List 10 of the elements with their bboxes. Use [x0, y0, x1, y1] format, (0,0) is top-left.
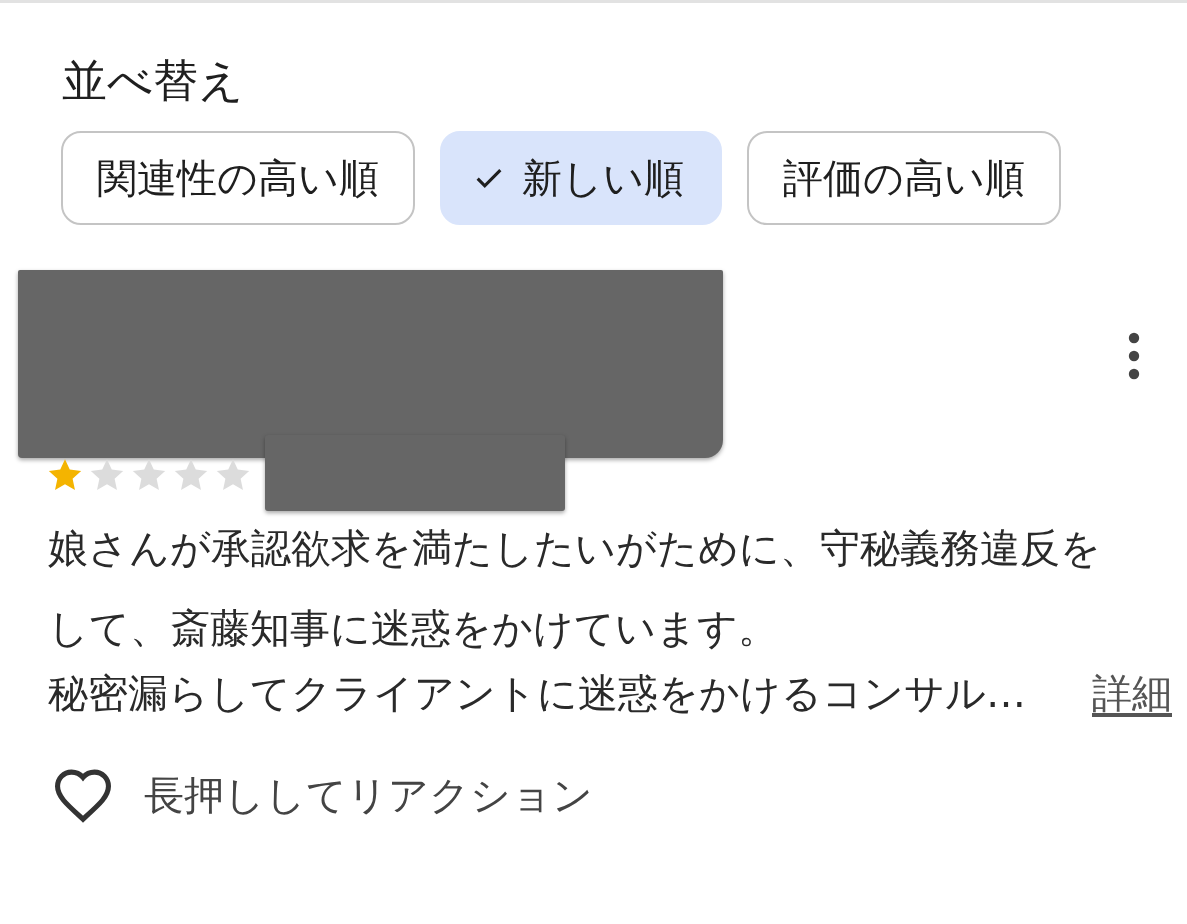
review-text: 秘密漏らしてクライアントに迷惑をかけるコンサル…	[48, 669, 1026, 718]
reaction-hint: 長押ししてリアクション	[144, 770, 593, 820]
heart-icon[interactable]	[52, 767, 114, 823]
sort-chip[interactable]: 関連性の高い順	[61, 131, 415, 225]
sort-title: 並べ替え	[62, 53, 245, 109]
sort-chip[interactable]: 新しい順	[440, 131, 722, 225]
review-text: して、斎藤知事に迷惑をかけています。	[48, 604, 778, 653]
more-link[interactable]: 詳細	[1092, 667, 1172, 719]
review-text: 娘さんが承認欲求を満たしたいがために、守秘義務違反を	[48, 524, 1101, 573]
sort-chip[interactable]: 評価の高い順	[747, 131, 1061, 225]
